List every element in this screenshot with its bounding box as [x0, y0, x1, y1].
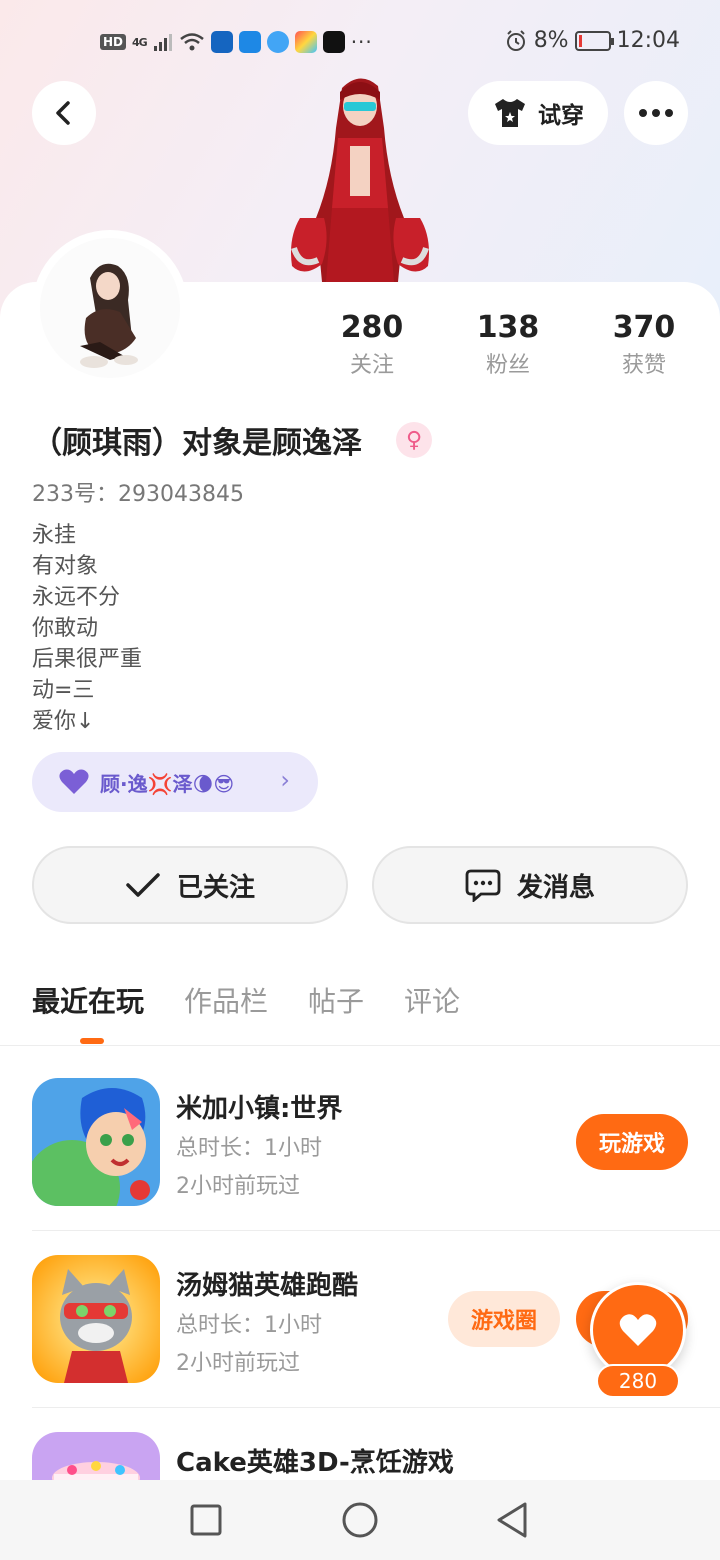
- shield-app-icon: [210, 31, 233, 53]
- tab-indicator: [80, 1038, 104, 1044]
- chevron-right-icon: ›: [280, 766, 290, 794]
- game-circle-button[interactable]: 游戏圈: [448, 1291, 560, 1347]
- chevron-left-icon: [56, 101, 70, 125]
- tab-divider: [0, 1045, 720, 1046]
- nickname: （顾琪雨）对象是顾逸泽: [32, 426, 362, 461]
- followed-label: 已关注: [176, 872, 255, 903]
- heart-icon: [619, 1314, 657, 1346]
- system-nav-bar: [0, 1480, 720, 1560]
- tryon-button[interactable]: 试穿: [468, 81, 608, 145]
- stat-following-value: 280: [340, 310, 404, 345]
- battery-percent: 8%: [533, 28, 569, 53]
- stat-followers[interactable]: 138 粉丝: [448, 308, 568, 384]
- bio-line: 后果很严重: [32, 647, 143, 672]
- stat-likes-label: 获赞: [621, 353, 666, 378]
- game-icon-miga-town: [32, 1078, 160, 1206]
- game-icon-tom-hero-run: [32, 1255, 160, 1383]
- status-bar: HD 4G ··· 8% 12:04: [0, 22, 720, 62]
- colorful-app-icon: [294, 31, 317, 53]
- square-icon: [190, 1504, 222, 1536]
- game-title: Cake英雄3D-烹饪游戏: [176, 1448, 454, 1478]
- tshirt-icon: [495, 99, 525, 127]
- hd-indicator: HD: [100, 34, 127, 50]
- stat-followers-value: 138: [476, 310, 540, 345]
- cake-art: [32, 1432, 160, 1480]
- more-notifications-icon: ···: [350, 30, 373, 54]
- triangle-back-icon: [497, 1502, 527, 1538]
- avatar-illustration: [40, 238, 180, 378]
- wifi-icon: [179, 33, 204, 51]
- stat-following[interactable]: 280 关注: [312, 308, 432, 384]
- network-indicator: 4G: [132, 35, 148, 49]
- game-last-played: 2小时前玩过: [176, 1351, 300, 1376]
- game-title: 米加小镇:世界: [176, 1094, 343, 1124]
- more-dots-icon: [639, 109, 673, 117]
- send-message-label: 发消息: [516, 872, 595, 903]
- bio-line: 爱你↓: [32, 709, 95, 734]
- bio: 永挂 有对象 永远不分 你敢动 后果很严重 动=三 爱你↓: [32, 520, 142, 737]
- character-figure: [291, 78, 429, 282]
- clock: 12:04: [616, 28, 680, 53]
- tab-works[interactable]: 作品栏: [184, 980, 268, 1024]
- back-nav-button[interactable]: [490, 1498, 534, 1542]
- tom-hero-art: [32, 1255, 160, 1383]
- bio-line: 永挂: [32, 523, 77, 548]
- circle-icon: [342, 1502, 378, 1538]
- like-count: 280: [596, 1364, 680, 1398]
- back-button[interactable]: [32, 81, 96, 145]
- chat-bubble-icon: [465, 869, 501, 902]
- row-divider: [32, 1407, 720, 1408]
- female-icon: ♀: [396, 422, 432, 458]
- tryon-label: 试穿: [538, 103, 584, 129]
- game-row[interactable]: Cake英雄3D-烹饪游戏: [0, 1432, 720, 1480]
- check-icon: [126, 873, 160, 897]
- game-duration: 总时长：1小时: [176, 1313, 322, 1338]
- tab-recently-played[interactable]: 最近在玩: [32, 980, 144, 1024]
- relationship-tag[interactable]: 顾·逸💢泽🌘😎 ›: [32, 752, 318, 812]
- battery-level: [578, 34, 582, 47]
- tab-comments[interactable]: 评论: [404, 980, 460, 1024]
- user-id: 233号：293043845: [32, 482, 244, 507]
- game-last-played: 2小时前玩过: [176, 1174, 300, 1199]
- send-message-button[interactable]: 发消息: [372, 846, 688, 924]
- game-row[interactable]: 米加小镇:世界 总时长：1小时 2小时前玩过 玩游戏: [0, 1078, 720, 1254]
- battery-icon: [574, 30, 614, 51]
- bio-line: 永远不分: [32, 585, 121, 610]
- signal-icon: [153, 34, 172, 51]
- game-duration: 总时长：1小时: [176, 1136, 322, 1161]
- followed-button[interactable]: 已关注: [32, 846, 348, 924]
- row-divider: [32, 1230, 720, 1231]
- search-app-icon: [238, 31, 261, 53]
- recent-apps-button[interactable]: [184, 1498, 228, 1542]
- miga-town-art: [32, 1078, 160, 1206]
- stat-likes-value: 370: [612, 310, 676, 345]
- bio-line: 有对象: [32, 554, 99, 579]
- stat-followers-label: 粉丝: [485, 353, 530, 378]
- play-game-button[interactable]: 玩游戏: [576, 1114, 688, 1170]
- stat-likes[interactable]: 370 获赞: [584, 308, 704, 384]
- compass-app-icon: [266, 31, 289, 53]
- purple-heart-icon: [59, 769, 89, 794]
- tiktok-app-icon: [322, 31, 345, 53]
- relationship-tag-text: 顾·逸💢泽🌘😎: [100, 771, 235, 796]
- tab-posts[interactable]: 帖子: [308, 980, 364, 1024]
- game-icon-cake-hero: [32, 1432, 160, 1480]
- stat-following-label: 关注: [349, 353, 394, 378]
- avatar[interactable]: [40, 238, 180, 378]
- alarm-icon: [506, 29, 525, 51]
- profile-tabs: 最近在玩 作品栏 帖子 评论: [32, 980, 460, 1024]
- bio-line: 你敢动: [32, 616, 99, 641]
- more-options-button[interactable]: [624, 81, 688, 145]
- game-title: 汤姆猫英雄跑酷: [176, 1271, 359, 1301]
- home-button[interactable]: [338, 1498, 382, 1542]
- bio-line: 动=三: [32, 678, 95, 703]
